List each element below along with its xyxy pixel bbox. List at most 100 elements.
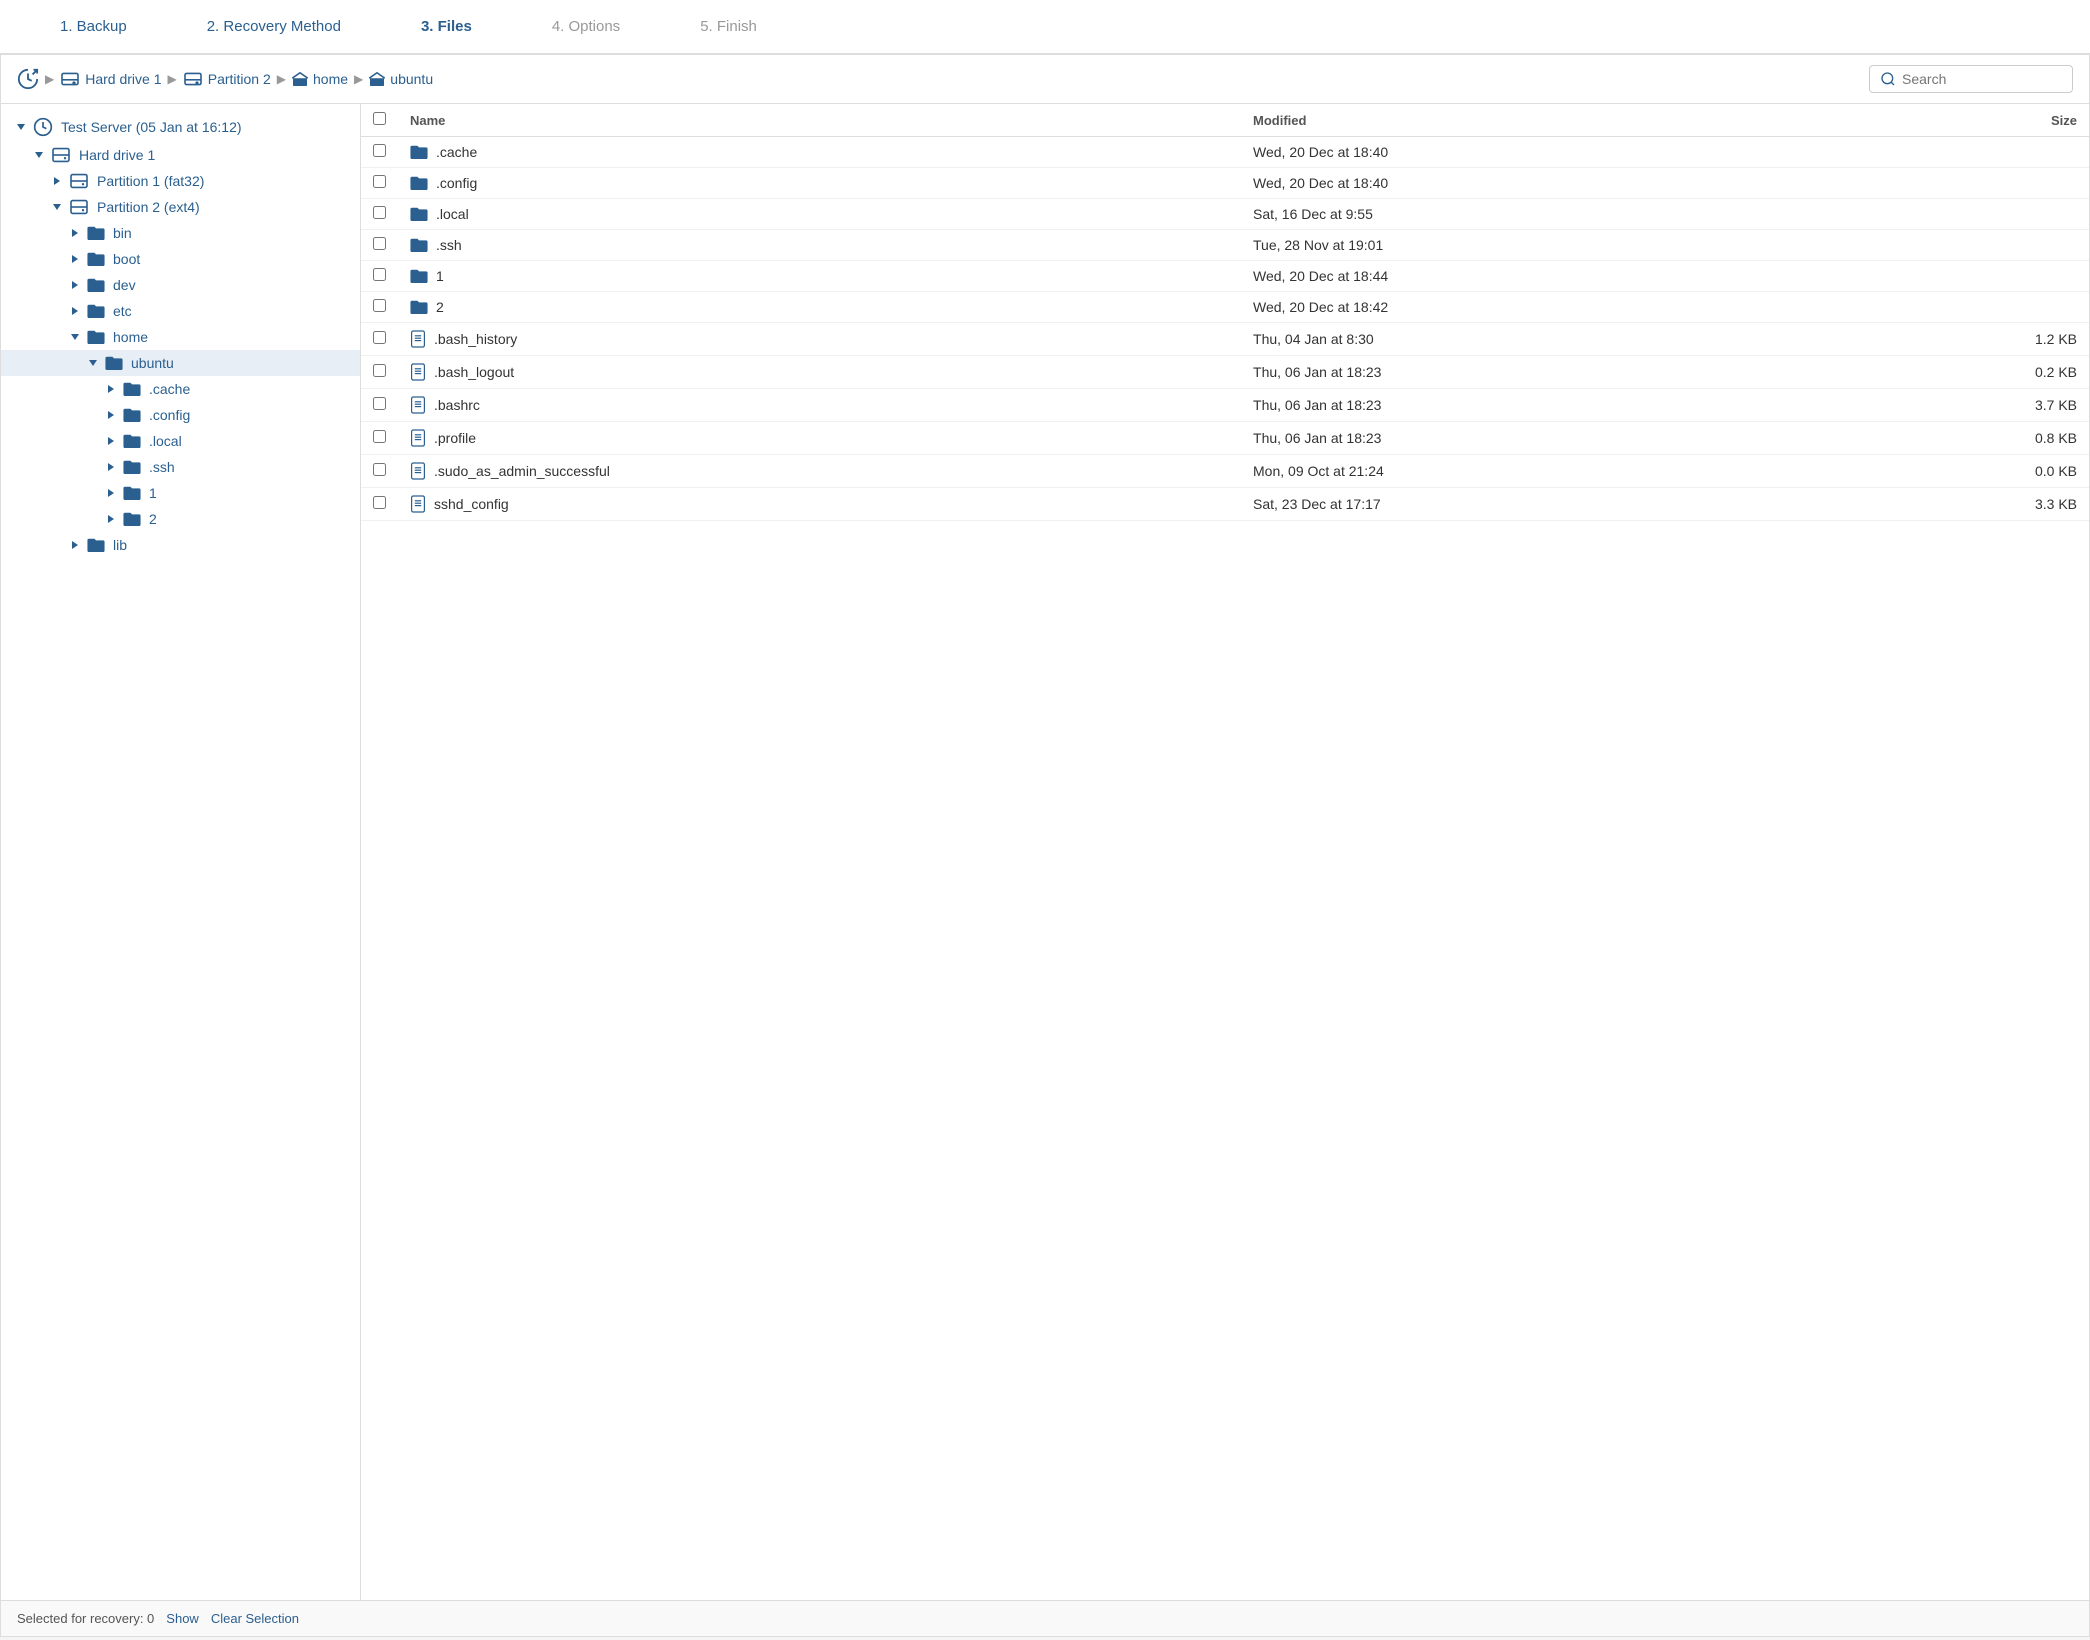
toggle-bin[interactable] bbox=[67, 225, 83, 241]
file-name-f-bash-history[interactable]: .bash_history bbox=[434, 331, 517, 347]
sidebar-label-home: home bbox=[113, 329, 148, 345]
file-checkbox-f-2[interactable] bbox=[373, 299, 386, 312]
file-name-f-ssh[interactable]: .ssh bbox=[436, 237, 462, 253]
file-checkbox-f-1[interactable] bbox=[373, 268, 386, 281]
sidebar-item-f1[interactable]: 1 bbox=[1, 480, 360, 506]
sidebar-label-hd1: Hard drive 1 bbox=[79, 147, 155, 163]
file-modified-f-profile: Thu, 06 Jan at 18:23 bbox=[1241, 422, 1840, 455]
toggle-lib[interactable] bbox=[67, 537, 83, 553]
wizard-tab-recovery-method[interactable]: 2. Recovery Method bbox=[167, 0, 381, 53]
file-checkbox-f-local[interactable] bbox=[373, 206, 386, 219]
toggle-home[interactable] bbox=[67, 329, 83, 345]
toggle-part1[interactable] bbox=[49, 173, 65, 189]
file-checkbox-f-cache[interactable] bbox=[373, 144, 386, 157]
sidebar-item-local[interactable]: .local bbox=[1, 428, 360, 454]
file-checkbox-f-bash-logout[interactable] bbox=[373, 364, 386, 377]
file-checkbox-f-profile[interactable] bbox=[373, 430, 386, 443]
breadcrumb-sep-1: ▶ bbox=[168, 72, 177, 86]
sidebar-item-part2[interactable]: Partition 2 (ext4) bbox=[1, 194, 360, 220]
file-size-f-local bbox=[1840, 199, 2089, 230]
file-size-f-bashrc: 3.7 KB bbox=[1840, 389, 2089, 422]
icon-f2 bbox=[123, 512, 141, 526]
sidebar-item-ssh[interactable]: .ssh bbox=[1, 454, 360, 480]
toggle-f1[interactable] bbox=[103, 485, 119, 501]
file-checkbox-f-bashrc[interactable] bbox=[373, 397, 386, 410]
file-checkbox-f-bash-history[interactable] bbox=[373, 331, 386, 344]
sidebar-item-f2[interactable]: 2 bbox=[1, 506, 360, 532]
file-name-f-profile[interactable]: .profile bbox=[434, 430, 476, 446]
file-name-f-cache[interactable]: .cache bbox=[436, 144, 477, 160]
icon-config bbox=[123, 408, 141, 422]
breadcrumb-ubuntu[interactable]: ubuntu bbox=[369, 71, 433, 87]
clear-selection-link[interactable]: Clear Selection bbox=[211, 1611, 299, 1626]
file-name-f-1[interactable]: 1 bbox=[436, 268, 444, 284]
backup-root-icon[interactable] bbox=[17, 68, 39, 90]
breadcrumb-sep-2: ▶ bbox=[277, 72, 286, 86]
sidebar-label-part2: Partition 2 (ext4) bbox=[97, 199, 200, 215]
show-link[interactable]: Show bbox=[166, 1611, 199, 1626]
toggle-ssh[interactable] bbox=[103, 459, 119, 475]
wizard-tab-files[interactable]: 3. Files bbox=[381, 0, 512, 53]
breadcrumb-partition-2[interactable]: Partition 2 bbox=[183, 71, 271, 87]
sidebar-item-dev[interactable]: dev bbox=[1, 272, 360, 298]
toggle-dev[interactable] bbox=[67, 277, 83, 293]
icon-part2 bbox=[69, 199, 89, 215]
file-name-f-bash-logout[interactable]: .bash_logout bbox=[434, 364, 514, 380]
table-row: .cacheWed, 20 Dec at 18:40 bbox=[361, 137, 2089, 168]
icon-dev bbox=[87, 278, 105, 292]
sidebar-item-boot[interactable]: boot bbox=[1, 246, 360, 272]
file-checkbox-f-config[interactable] bbox=[373, 175, 386, 188]
file-name-f-2[interactable]: 2 bbox=[436, 299, 444, 315]
sidebar-item-server[interactable]: Test Server (05 Jan at 16:12) bbox=[1, 112, 360, 142]
file-name-f-sudo[interactable]: .sudo_as_admin_successful bbox=[434, 463, 610, 479]
toggle-cache[interactable] bbox=[103, 381, 119, 397]
sidebar-label-bin: bin bbox=[113, 225, 132, 241]
wizard-tab-finish[interactable]: 5. Finish bbox=[660, 0, 797, 53]
sidebar-item-bin[interactable]: bin bbox=[1, 220, 360, 246]
file-name-f-config[interactable]: .config bbox=[436, 175, 477, 191]
file-checkbox-f-sudo[interactable] bbox=[373, 463, 386, 476]
sidebar-item-config[interactable]: .config bbox=[1, 402, 360, 428]
icon-local bbox=[123, 434, 141, 448]
toggle-f2[interactable] bbox=[103, 511, 119, 527]
toggle-local[interactable] bbox=[103, 433, 119, 449]
breadcrumb-hd1-label: Hard drive 1 bbox=[85, 71, 161, 87]
icon-hd1 bbox=[51, 147, 71, 163]
toggle-hd1[interactable] bbox=[31, 147, 47, 163]
file-modified-f-1: Wed, 20 Dec at 18:44 bbox=[1241, 261, 1840, 292]
table-row: .localSat, 16 Dec at 9:55 bbox=[361, 199, 2089, 230]
search-box[interactable] bbox=[1869, 65, 2073, 93]
toggle-server[interactable] bbox=[13, 119, 29, 135]
toggle-ubuntu[interactable] bbox=[85, 355, 101, 371]
file-name-f-bashrc[interactable]: .bashrc bbox=[434, 397, 480, 413]
sidebar-item-lib[interactable]: lib bbox=[1, 532, 360, 558]
modified-column-header: Modified bbox=[1241, 104, 1840, 137]
icon-part1 bbox=[69, 173, 89, 189]
wizard-tab-options[interactable]: 4. Options bbox=[512, 0, 660, 53]
file-name-f-local[interactable]: .local bbox=[436, 206, 469, 222]
sidebar-item-etc[interactable]: etc bbox=[1, 298, 360, 324]
content-area: Test Server (05 Jan at 16:12) Hard drive … bbox=[1, 104, 2089, 1600]
toggle-config[interactable] bbox=[103, 407, 119, 423]
sidebar-item-ubuntu[interactable]: ubuntu bbox=[1, 350, 360, 376]
toggle-etc[interactable] bbox=[67, 303, 83, 319]
search-input[interactable] bbox=[1902, 71, 2062, 87]
wizard-tab-backup[interactable]: 1. Backup bbox=[20, 0, 167, 53]
file-icon bbox=[410, 396, 426, 414]
sidebar-item-cache[interactable]: .cache bbox=[1, 376, 360, 402]
toggle-part2[interactable] bbox=[49, 199, 65, 215]
file-checkbox-f-ssh[interactable] bbox=[373, 237, 386, 250]
file-name-f-sshd[interactable]: sshd_config bbox=[434, 496, 509, 512]
sidebar-label-ubuntu: ubuntu bbox=[131, 355, 174, 371]
file-checkbox-f-sshd[interactable] bbox=[373, 496, 386, 509]
breadcrumb-hard-drive-1[interactable]: Hard drive 1 bbox=[60, 71, 161, 87]
sidebar-item-hd1[interactable]: Hard drive 1 bbox=[1, 142, 360, 168]
sidebar-label-f2: 2 bbox=[149, 511, 157, 527]
sidebar-item-home[interactable]: home bbox=[1, 324, 360, 350]
name-column-header: Name bbox=[398, 104, 1241, 137]
toggle-boot[interactable] bbox=[67, 251, 83, 267]
sidebar-item-part1[interactable]: Partition 1 (fat32) bbox=[1, 168, 360, 194]
select-all-checkbox[interactable] bbox=[373, 112, 386, 125]
sidebar: Test Server (05 Jan at 16:12) Hard drive … bbox=[1, 104, 361, 1600]
breadcrumb-home[interactable]: home bbox=[292, 71, 348, 87]
